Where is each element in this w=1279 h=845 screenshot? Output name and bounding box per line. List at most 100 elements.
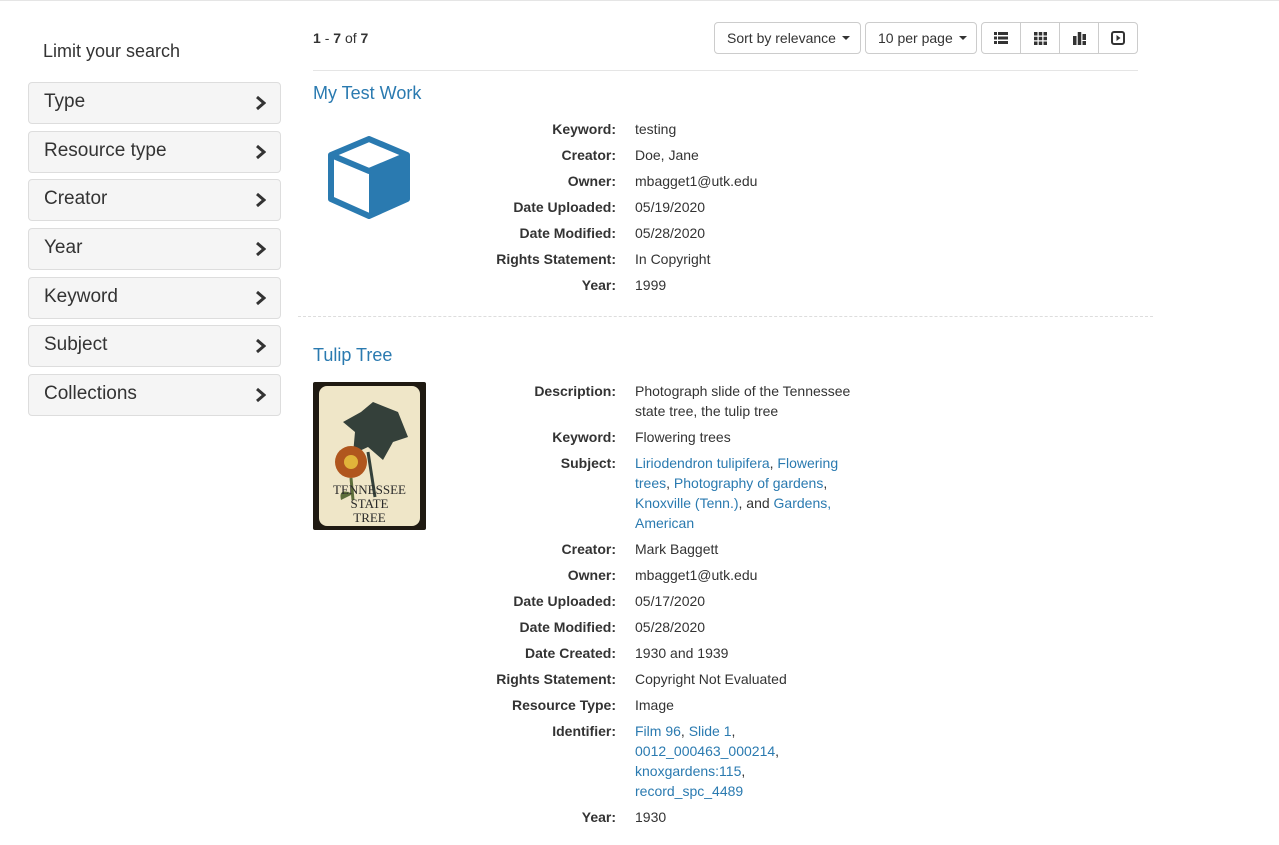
metadata-key: Year: [581,809,616,825]
identifier-link[interactable]: Slide 1 [689,723,732,739]
document-title-link[interactable]: My Test Work [313,83,421,104]
chevron-right-icon [256,338,266,354]
metadata-key: Date Modified: [519,225,616,241]
metadata-value-link[interactable]: testing [635,119,860,139]
sort-dropdown-button[interactable]: Sort by relevance [714,22,861,54]
range-start: 1 [313,30,321,46]
limit-search-heading: Limit your search [43,41,181,61]
document-thumbnail[interactable]: TENNESSEE STATE TREE [313,382,426,530]
metadata-key: Date Created: [524,645,616,661]
metadata-key: Resource Type: [512,697,616,713]
metadata-key: Year: [581,277,616,293]
subject-link[interactable]: Liriodendron tulipifera [635,455,770,471]
thumbnail-text-line: TENNESSEE [333,482,406,497]
subject-link[interactable]: Knoxville (Tenn.) [635,495,739,511]
thumbnail-text-line: STATE [350,496,389,511]
view-gallery-button[interactable] [1020,22,1060,54]
range-total: 7 [360,30,369,46]
grid-icon [1033,31,1047,45]
identifier-link[interactable]: record_spc_4489 [635,783,743,799]
metadata-key: Owner: [567,567,616,583]
metadata-value-link[interactable]: In Copyright [635,249,860,269]
metadata-value-link[interactable]: Image [635,695,860,715]
facet-type[interactable]: Type [28,82,281,124]
metadata-key: Rights Statement: [496,671,616,687]
document-divider [298,316,1153,317]
identifier-link[interactable]: Film 96 [635,723,681,739]
chevron-right-icon [256,192,266,208]
subject-link[interactable]: Photography of gardens [674,475,823,491]
metadata-value-link[interactable]: Flowering trees [635,427,860,447]
cube-icon[interactable] [327,136,411,220]
metadata-key: Keyword: [552,429,616,445]
facet-creator[interactable]: Creator [28,179,281,221]
facet-resource-type[interactable]: Resource type [28,131,281,173]
per-page-label: 10 per page [878,30,953,46]
metadata-key: Rights Statement: [496,251,616,267]
per-page-dropdown-button[interactable]: 10 per page [865,22,977,54]
metadata-value-link[interactable]: Copyright Not Evaluated [635,669,860,689]
metadata-value: 05/19/2020 [635,199,706,215]
metadata-key: Date Uploaded: [513,593,616,609]
page-entries: 1 - 7 of 7 [313,30,368,46]
chevron-right-icon [256,144,266,160]
facet-label: Year [44,237,83,258]
header-divider [313,70,1138,71]
metadata-key: Creator: [561,147,616,163]
facet-label: Resource type [44,140,167,161]
metadata-value: 05/28/2020 [635,225,706,241]
facet-label: Type [44,91,86,112]
facet-subject[interactable]: Subject [28,325,281,367]
chevron-right-icon [256,387,266,403]
facet-label: Subject [44,334,108,355]
metadata-key: Date Uploaded: [513,199,616,215]
thumbnail-caption: TENNESSEE STATE TREE [313,483,426,525]
identifier-link[interactable]: 0012_000463_000214 [635,743,775,759]
facet-year[interactable]: Year [28,228,281,270]
metadata-key: Date Modified: [519,619,616,635]
metadata-value-link[interactable]: Mark Baggett [635,539,860,559]
metadata-value-link[interactable]: mbagget1@utk.edu [635,171,860,191]
metadata-key: Subject: [560,455,616,471]
metadata-key: Description: [534,383,616,399]
sort-label: Sort by relevance [727,30,836,46]
facet-collections[interactable]: Collections [28,374,281,416]
metadata-key: Creator: [561,541,616,557]
thumbnail-text-line: TREE [353,510,386,525]
facet-label: Collections [44,383,137,404]
metadata-value-link[interactable]: mbagget1@utk.edu [635,565,860,585]
chevron-right-icon [256,290,266,306]
metadata-value: 1930 and 1939 [635,645,729,661]
facet-keyword[interactable]: Keyword [28,277,281,319]
chevron-right-icon [256,241,266,257]
metadata-value: 1930 [635,809,667,825]
metadata-key: Keyword: [552,121,616,137]
list-icon [994,32,1008,44]
metadata-value: 05/28/2020 [635,619,706,635]
range-end: 7 [333,30,342,46]
view-list-button[interactable] [981,22,1021,54]
document-title-link[interactable]: Tulip Tree [313,345,392,366]
view-masonry-button[interactable] [1059,22,1099,54]
range-separator: - [324,30,330,46]
metadata-value: 05/17/2020 [635,593,706,609]
facet-label: Creator [44,188,108,209]
metadata-value: Photograph slide of the Tennessee state … [635,383,851,419]
masonry-icon [1072,31,1086,45]
identifier-values: Film 96, Slide 1, 0012_000463_000214, kn… [635,723,780,799]
identifier-link[interactable]: knoxgardens:115 [635,763,741,779]
play-icon [1111,31,1125,45]
metadata-key: Identifier: [552,723,616,739]
top-border [0,0,1279,1]
range-of: of [344,30,357,46]
metadata-key: Owner: [567,173,616,189]
facet-label: Keyword [44,286,118,307]
subject-conjunction: , and [738,495,774,511]
chevron-right-icon [256,95,266,111]
caret-down-icon [841,36,850,40]
caret-down-icon [958,36,967,40]
metadata-value: 1999 [635,277,667,293]
metadata-value-link[interactable]: Doe, Jane [635,145,860,165]
subject-values: Liriodendron tulipifera, Flowering trees… [635,455,839,531]
view-slideshow-button[interactable] [1098,22,1138,54]
